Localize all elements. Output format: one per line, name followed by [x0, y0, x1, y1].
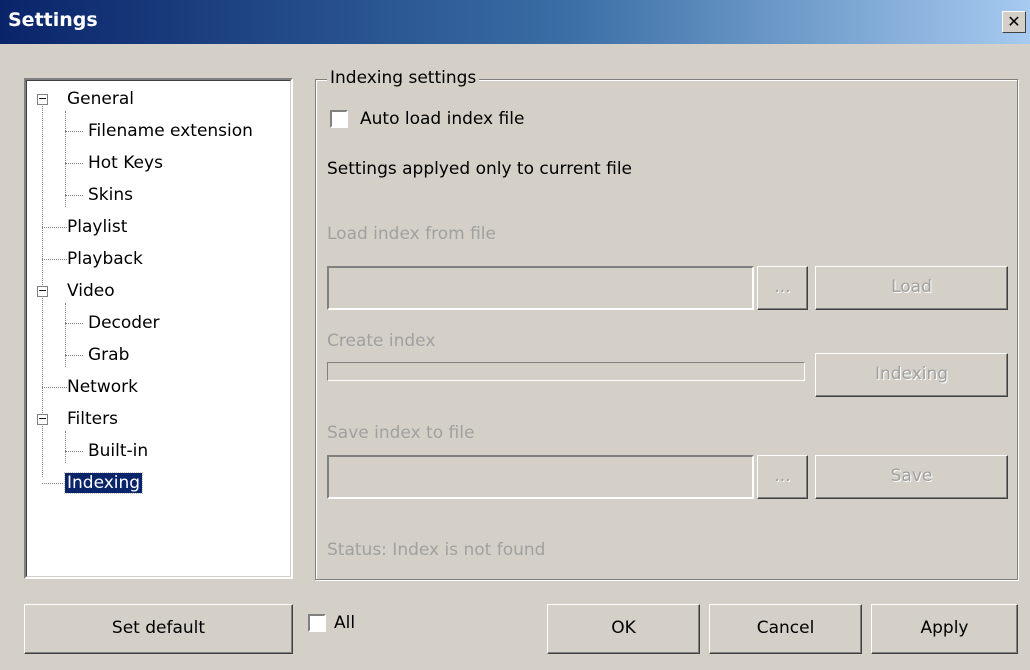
browse-save-button[interactable]: ... — [757, 455, 808, 499]
tree-item-filename-extension[interactable]: Filename extension — [88, 119, 253, 143]
ok-button[interactable]: OK — [547, 604, 700, 654]
tree-line — [42, 387, 67, 388]
tree-item-built-in[interactable]: Built-in — [88, 439, 148, 463]
all-label[interactable]: All — [334, 613, 355, 633]
tree-inner: − − − General Filename extension Hot Key… — [26, 80, 291, 577]
auto-load-label[interactable]: Auto load index file — [360, 109, 524, 129]
indexing-button[interactable]: Indexing — [815, 353, 1008, 397]
tree-item-grab[interactable]: Grab — [88, 343, 129, 367]
all-checkbox[interactable] — [308, 614, 326, 632]
window-title: Settings — [8, 9, 98, 31]
cancel-button[interactable]: Cancel — [709, 604, 862, 654]
save-button[interactable]: Save — [815, 455, 1008, 499]
save-path-field[interactable] — [327, 455, 754, 499]
tree-line — [65, 195, 83, 196]
group-title: Indexing settings — [327, 68, 480, 88]
tree-line — [42, 259, 67, 260]
tree-item-decoder[interactable]: Decoder — [88, 311, 160, 335]
load-button[interactable]: Load — [815, 266, 1008, 310]
tree-item-playlist[interactable]: Playlist — [67, 215, 127, 239]
tree-line — [65, 163, 83, 164]
collapse-icon[interactable]: − — [37, 93, 48, 105]
load-index-label: Load index from file — [327, 224, 496, 244]
load-path-field[interactable] — [327, 266, 754, 310]
tree-line — [65, 431, 66, 463]
status-text: Status: Index is not found — [327, 540, 546, 560]
create-index-label: Create index — [327, 331, 436, 351]
settings-tree[interactable]: − − − General Filename extension Hot Key… — [24, 78, 293, 579]
tree-item-filters[interactable]: Filters — [67, 407, 118, 431]
indexing-settings-group — [315, 79, 1018, 580]
save-index-label: Save index to file — [327, 423, 475, 443]
set-default-button[interactable]: Set default — [24, 604, 293, 654]
settings-window: Settings ✕ − − − General Filename extens… — [0, 0, 1030, 670]
collapse-icon[interactable]: − — [37, 413, 48, 425]
browse-load-button[interactable]: ... — [757, 266, 808, 310]
tree-item-indexing[interactable]: Indexing — [63, 471, 144, 495]
tree-line — [65, 131, 83, 132]
tree-item-hot-keys[interactable]: Hot Keys — [88, 151, 163, 175]
tree-line — [42, 483, 67, 484]
tree-line — [65, 323, 83, 324]
apply-button[interactable]: Apply — [871, 604, 1018, 654]
current-file-note: Settings applyed only to current file — [327, 159, 633, 179]
tree-item-playback[interactable]: Playback — [67, 247, 143, 271]
tree-line — [65, 303, 66, 367]
tree-item-video[interactable]: Video — [67, 279, 115, 303]
collapse-icon[interactable]: − — [37, 285, 48, 297]
tree-line — [42, 227, 67, 228]
tree-item-network[interactable]: Network — [67, 375, 138, 399]
tree-line — [65, 111, 66, 207]
close-button[interactable]: ✕ — [1002, 11, 1026, 33]
tree-item-general[interactable]: General — [67, 87, 134, 111]
tree-line — [65, 451, 83, 452]
auto-load-checkbox[interactable] — [330, 110, 348, 128]
close-icon: ✕ — [1007, 12, 1021, 31]
title-bar[interactable]: Settings ✕ — [0, 0, 1030, 44]
create-index-progress — [327, 362, 805, 381]
tree-item-skins[interactable]: Skins — [88, 183, 133, 207]
tree-line — [65, 355, 83, 356]
